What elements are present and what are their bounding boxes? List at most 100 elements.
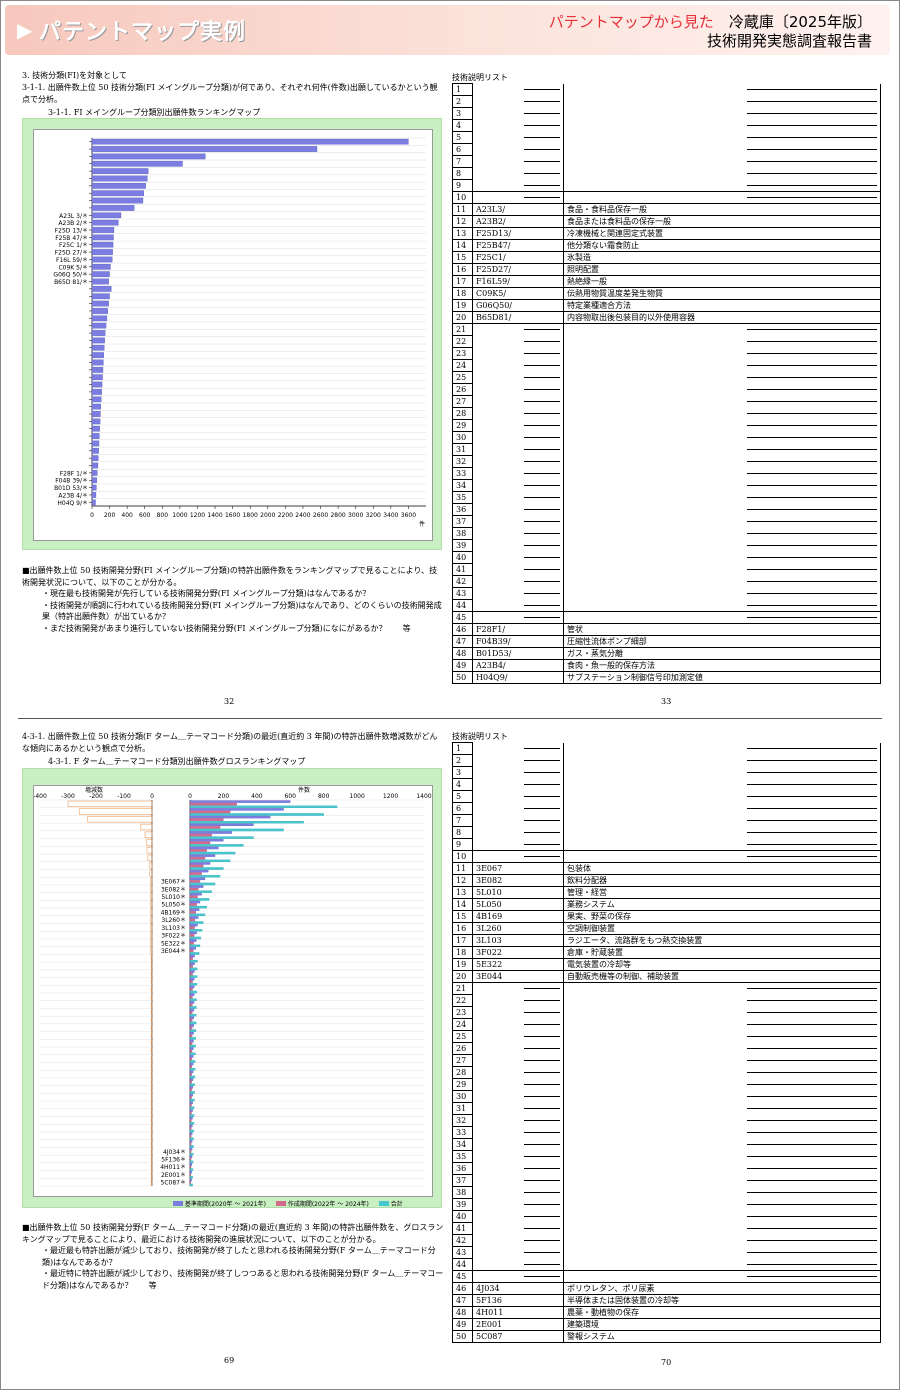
description-cell [563, 1042, 881, 1055]
recent-bar [189, 1065, 193, 1068]
page-header: ▶ パテントマップ実例 パテントマップから見た 冷蔵庫〔2025年版〕 技術開発… [5, 5, 890, 55]
total-bar [189, 1037, 196, 1040]
total-bar [189, 967, 198, 971]
change-bar [150, 931, 153, 939]
row-number: 16 [452, 263, 473, 276]
category-label: B01D 53/＊ [54, 485, 88, 492]
base-bar [189, 1132, 193, 1135]
description-cell [563, 179, 881, 192]
total-bar [189, 1176, 193, 1179]
change-bar [150, 1101, 153, 1109]
chart-area: 増減数 件数 -400 -300 -200 -100 0 0 200 400 600 800 1000 1… [33, 785, 433, 1197]
code-cell: B01D53/ [472, 647, 564, 660]
row-number: 45 [452, 1270, 473, 1283]
code-cell [472, 1150, 564, 1163]
row-number: 4 [452, 119, 473, 132]
recent-bar [189, 849, 207, 852]
change-bar [150, 955, 153, 962]
row-number: 1 [452, 83, 473, 96]
total-bar [189, 921, 204, 924]
x-tick-label: 2800 [330, 512, 345, 519]
category-label: 2E001＊ [161, 1172, 186, 1179]
x-tick-label: 1400 [207, 512, 222, 519]
base-bar [189, 1078, 194, 1081]
recent-bar [189, 1042, 193, 1045]
total-bar [189, 1068, 196, 1071]
divider [18, 718, 882, 719]
total-bar [189, 983, 198, 986]
row-number: 37 [452, 515, 473, 528]
table-row: 6 [452, 143, 881, 156]
chart-bar [91, 286, 112, 292]
change-bar [146, 847, 153, 854]
table-row: 47 F04B39/圧縮性流体ポンプ細部 [452, 635, 881, 648]
row-number: 37 [452, 1174, 473, 1187]
table-row: 30 [452, 431, 881, 444]
analysis-heading: 4-3-1. 出願件数上位 50 技術分類(F ターム＿テーマコード分類)の最近… [22, 732, 438, 753]
total-bar [189, 905, 207, 909]
chart-bar [91, 271, 110, 277]
description-cell: 半導体または固体装置の冷却等 [563, 1294, 881, 1307]
row-number: 15 [452, 910, 473, 923]
table-row: 1 [452, 83, 881, 96]
category-label: F16L 59/＊ [56, 257, 88, 264]
row-number: 9 [452, 838, 473, 851]
row-number: 2 [452, 754, 473, 767]
code-cell [472, 814, 564, 827]
description-cell: 食品・食料品保存一般 [563, 203, 881, 216]
change-bar [150, 947, 153, 954]
base-bar [189, 1070, 194, 1074]
table-row: 2 [452, 95, 881, 108]
chart-bar [91, 205, 135, 211]
chart-bar [91, 418, 101, 425]
table-row: 35 [452, 491, 881, 504]
description-cell: 冷凍機械と関連固定式装置 [563, 227, 881, 240]
code-cell [472, 179, 564, 192]
row-number: 32 [452, 1114, 473, 1127]
description-cell [563, 1210, 881, 1223]
row-number: 13 [452, 886, 473, 899]
table-row: 32 [452, 455, 881, 468]
x-tick-label: 1000 [172, 512, 187, 519]
total-bar [189, 1183, 193, 1187]
table-row: 8 [452, 167, 881, 180]
code-cell: 4H011 [472, 1306, 564, 1319]
total-bar [189, 1129, 194, 1133]
category-label: G06Q 50/＊ [53, 272, 88, 279]
total-bar [189, 959, 198, 963]
total-bar [189, 844, 244, 847]
recent-bar [189, 949, 194, 953]
description-cell [563, 1234, 881, 1247]
summary-text: ■出願件数上位 50 技術開発分野(FI メイングループ分類)の特許出願件数をラ… [22, 565, 444, 634]
row-number: 50 [452, 1330, 473, 1343]
description-cell: ポリウレタン、ポリ尿素 [563, 1282, 881, 1295]
base-bar [189, 970, 195, 973]
description-cell [563, 551, 881, 564]
code-cell: 5L010 [472, 886, 564, 899]
code-cell: G06Q50/ [472, 299, 564, 312]
table-row: 33 [452, 467, 881, 480]
description-cell: ガス・蒸気分離 [563, 647, 881, 660]
code-cell [472, 1246, 564, 1259]
chart-bar [91, 146, 318, 152]
table-row: 18 C09K5/伝熱用物質温度差発生物質 [452, 287, 881, 300]
legend-swatch [173, 1201, 183, 1206]
row-number: 21 [452, 982, 473, 995]
row-number: 3 [452, 107, 473, 120]
total-bar [189, 1145, 194, 1148]
chart-bar [91, 396, 102, 403]
change-bar [150, 1009, 153, 1016]
total-bar [189, 1075, 196, 1079]
row-number: 12 [452, 874, 473, 887]
base-bar [189, 1170, 192, 1174]
base-bar [189, 1039, 194, 1043]
page-title: パテントマップ実例 [39, 20, 247, 45]
description-cell [563, 539, 881, 552]
description-cell [563, 1162, 881, 1175]
total-bar [189, 820, 304, 824]
table-row: 36 [452, 1162, 881, 1175]
description-cell [563, 323, 881, 336]
chart-bar [91, 462, 99, 469]
description-cell: 電気装置の冷却等 [563, 958, 881, 971]
analysis-heading: 3-1-1. 出願件数上位 50 技術分類(FI メイングループ分類)が何であり… [22, 83, 438, 104]
